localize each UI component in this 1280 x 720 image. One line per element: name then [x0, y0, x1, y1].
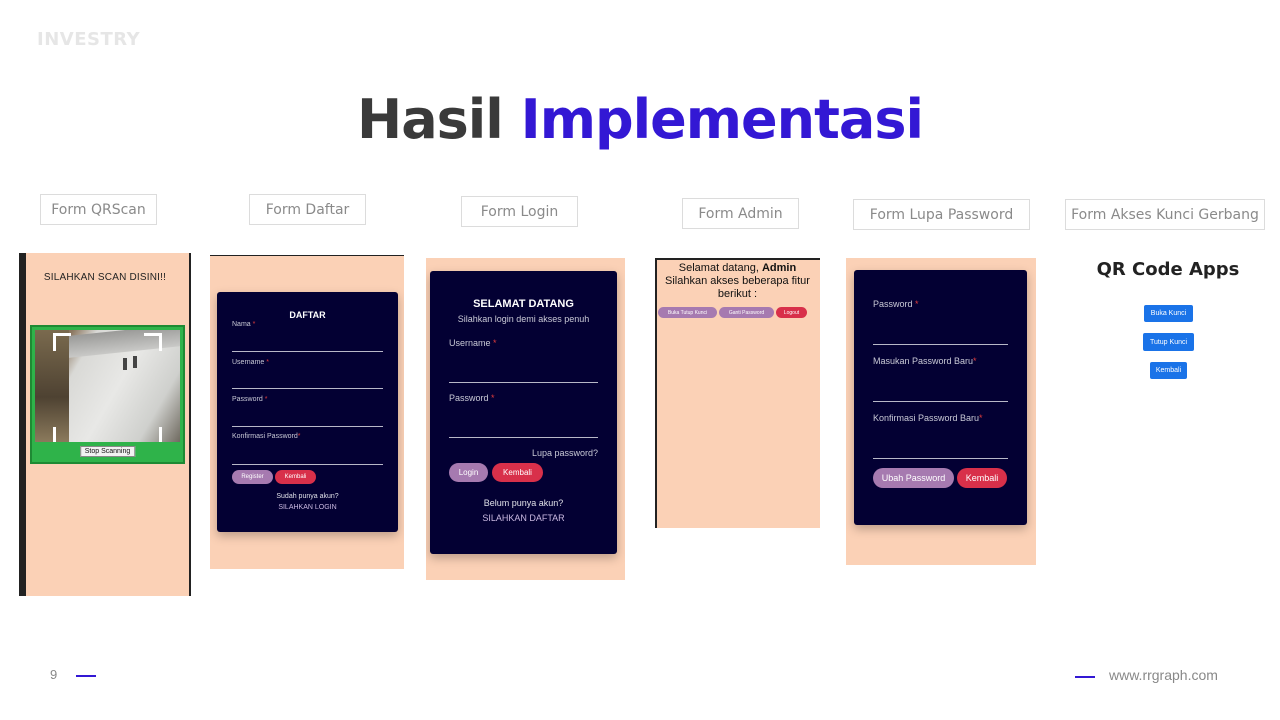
daftar-heading: DAFTAR — [289, 310, 326, 320]
daftar-top-border — [210, 255, 404, 256]
qrscan-camera-frame: Stop Scanning — [30, 325, 185, 464]
lupa-password-card: Password * Masukan Password Baru* Konfir… — [854, 270, 1027, 525]
silahkan-login-link[interactable]: SILAHKAN LOGIN — [217, 504, 398, 511]
footer-dash-right — [1075, 676, 1095, 678]
scan-corner-top-right — [144, 333, 162, 351]
field-label-password: Password * — [449, 393, 495, 403]
lupa-password-link[interactable]: Lupa password? — [532, 448, 598, 458]
buka-tutup-kunci-button[interactable]: Buka Tutup Kunci — [658, 307, 717, 318]
kembali-button[interactable]: Kembali — [957, 468, 1007, 488]
page-number: 9 — [50, 667, 58, 682]
field-label-password: Password * — [232, 396, 268, 403]
stop-scanning-button[interactable]: Stop Scanning — [79, 446, 136, 457]
username-input[interactable] — [449, 382, 598, 383]
ubah-password-button[interactable]: Ubah Password — [873, 468, 954, 488]
admin-top-border — [655, 258, 820, 260]
camera-scene-vent — [133, 356, 137, 368]
logout-button[interactable]: Logout — [776, 307, 807, 318]
field-label-password: Password * — [873, 299, 919, 309]
login-account-prompt: Belum punya akun? — [483, 498, 564, 508]
field-label-konfirmasi: Konfirmasi Password* — [232, 433, 301, 440]
label-form-lupa-password: Form Lupa Password — [853, 199, 1030, 230]
silahkan-daftar-link[interactable]: SILAHKAN DAFTAR — [430, 513, 617, 523]
qrscan-screen: SILAHKAN SCAN DISINI!! Stop Scanning — [19, 253, 191, 596]
kembali-button[interactable]: Kembali — [1150, 362, 1187, 379]
field-label-username: Username * — [449, 338, 497, 348]
daftar-account-prompt: Sudah punya akun? — [276, 493, 339, 500]
label-form-login: Form Login — [461, 196, 578, 227]
daftar-card: DAFTAR Nama * Username * Password * Konf… — [217, 292, 398, 532]
label-form-admin: Form Admin — [682, 198, 799, 229]
page-title: Hasil Implementasi — [0, 88, 1280, 151]
camera-scene-ceiling — [65, 330, 180, 359]
label-form-daftar: Form Daftar — [249, 194, 366, 225]
password-input[interactable] — [873, 344, 1008, 345]
register-button[interactable]: Register — [232, 470, 273, 484]
password-input[interactable] — [449, 437, 598, 438]
login-button[interactable]: Login — [449, 463, 488, 482]
qrscan-right-border — [189, 253, 191, 596]
footer-dash-left — [76, 675, 96, 677]
scan-corner-bottom-right — [144, 427, 162, 442]
qr-code-apps-title: QR Code Apps — [1096, 259, 1240, 280]
qrscan-left-border — [19, 253, 26, 596]
field-label-nama: Nama * — [232, 321, 256, 328]
admin-greeting: Selamat datang, Admin Silahkan akses beb… — [665, 262, 810, 300]
title-part2: Implementasi — [520, 88, 924, 151]
scan-corner-bottom-left — [53, 427, 71, 442]
password-baru-input[interactable] — [873, 401, 1008, 402]
field-label-konfirmasi-baru: Konfirmasi Password Baru* — [873, 413, 983, 423]
field-label-username: Username * — [232, 359, 269, 366]
title-part1: Hasil — [357, 88, 504, 151]
field-label-password-baru: Masukan Password Baru* — [873, 356, 977, 366]
tutup-kunci-button[interactable]: Tutup Kunci — [1143, 333, 1194, 351]
label-form-qrscan: Form QRScan — [40, 194, 157, 225]
login-screen: SELAMAT DATANG Silahkan login demi akses… — [426, 258, 625, 580]
login-card: SELAMAT DATANG Silahkan login demi akses… — [430, 271, 617, 554]
username-input[interactable] — [232, 388, 383, 389]
website-link: www.rrgraph.com — [1109, 667, 1218, 683]
daftar-screen: DAFTAR Nama * Username * Password * Konf… — [210, 255, 404, 569]
lupa-password-screen: Password * Masukan Password Baru* Konfir… — [846, 258, 1036, 565]
login-subheading: Silahkan login demi akses penuh — [457, 314, 590, 324]
password-input[interactable] — [232, 426, 383, 427]
nama-input[interactable] — [232, 351, 383, 352]
admin-screen: Selamat datang, Admin Silahkan akses beb… — [655, 258, 820, 528]
brand-logo: INVESTRY — [37, 29, 141, 50]
camera-scene-vent — [123, 358, 127, 370]
login-heading: SELAMAT DATANG — [473, 298, 574, 310]
konfirmasi-password-baru-input[interactable] — [873, 458, 1008, 459]
qrscan-camera-view — [35, 330, 180, 442]
kembali-button[interactable]: Kembali — [275, 470, 316, 484]
konfirmasi-password-input[interactable] — [232, 464, 383, 465]
ganti-password-button[interactable]: Ganti Password — [719, 307, 774, 318]
qrscan-heading: SILAHKAN SCAN DISINI!! — [43, 272, 167, 283]
scan-corner-top-left — [53, 333, 71, 351]
buka-kunci-button[interactable]: Buka Kunci — [1144, 305, 1193, 322]
kembali-button[interactable]: Kembali — [492, 463, 543, 482]
label-form-akses-kunci: Form Akses Kunci Gerbang — [1065, 199, 1265, 230]
